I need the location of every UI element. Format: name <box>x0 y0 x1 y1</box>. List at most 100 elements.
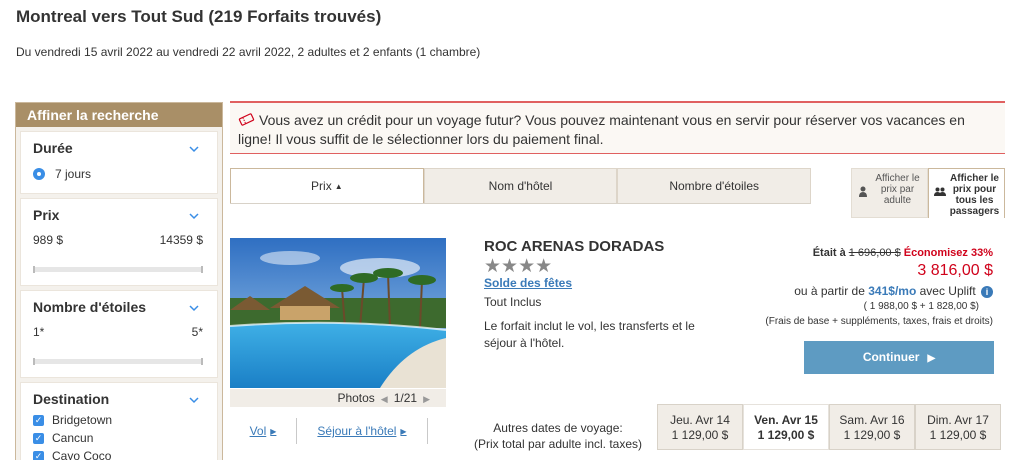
refine-search-sidebar: Affiner la recherche Durée 7 jours Prix … <box>15 102 223 460</box>
hotel-photo-image <box>230 238 446 388</box>
sort-tabs: Prix ▲ Nom d'hôtel Nombre d'étoiles <box>230 168 812 204</box>
price-range-slider[interactable] <box>33 266 203 273</box>
uplift-amount[interactable]: 341$/mo <box>868 284 916 298</box>
facet-destination: Destination ✓ Bridgetown ✓ Cancun ✓ Cayo… <box>20 382 218 460</box>
checkbox-checked-icon[interactable]: ✓ <box>33 432 44 444</box>
tab-sort-price[interactable]: Prix ▲ <box>230 168 424 203</box>
uplift-prefix: ou à partir de <box>794 284 865 298</box>
facet-stars-title[interactable]: Nombre d'étoiles <box>33 299 203 315</box>
destination-item[interactable]: ✓ Bridgetown <box>33 413 203 427</box>
date-option-price: 1 129,00 $ <box>757 428 815 442</box>
tab-sort-hotel-name[interactable]: Nom d'hôtel <box>423 168 618 203</box>
date-option[interactable]: Dim. Avr 17 1 129,00 $ <box>915 404 1001 450</box>
stars-min: 1* <box>33 325 45 339</box>
chevron-down-icon[interactable] <box>189 303 199 313</box>
tab-sort-price-label: Prix <box>311 179 332 193</box>
destination-label: Bridgetown <box>52 413 113 427</box>
savings-badge: Économisez 33% <box>903 247 993 259</box>
continue-label: Continuer <box>862 350 920 364</box>
info-icon[interactable]: i <box>981 286 993 298</box>
destination-label: Cayo Coco <box>52 449 112 460</box>
radio-selected-icon[interactable] <box>33 168 45 180</box>
flight-link[interactable]: Vol ▶ <box>230 418 296 444</box>
chevron-down-icon[interactable] <box>189 395 199 405</box>
sort-ascending-icon: ▲ <box>334 182 343 191</box>
other-dates-title: Autres dates de voyage: <box>493 421 623 435</box>
chevron-down-icon[interactable] <box>189 211 199 221</box>
checkbox-checked-icon[interactable]: ✓ <box>33 450 44 460</box>
sidebar-title: Affiner la recherche <box>16 103 222 127</box>
date-option-price: 1 129,00 $ <box>671 428 729 442</box>
date-option-price: 1 129,00 $ <box>929 428 987 442</box>
checkbox-checked-icon[interactable]: ✓ <box>33 414 44 426</box>
group-icon <box>934 187 946 196</box>
previous-photo-icon[interactable]: ◀ <box>381 394 388 404</box>
star-rating-icon: ★★★★ <box>484 256 553 277</box>
package-description: Le forfait inclut le vol, les transferts… <box>484 319 695 350</box>
destination-item[interactable]: ✓ Cancun <box>33 431 203 445</box>
facet-duration-title[interactable]: Durée <box>33 140 203 156</box>
price-display-toggle: Afficher le prix par adulte Afficher le … <box>851 168 1005 218</box>
stars-range-slider[interactable] <box>33 358 203 365</box>
flight-link-label: Vol <box>249 424 267 438</box>
hotel-photo[interactable] <box>230 238 446 388</box>
other-dates-label: Autres dates de voyage: (Prix total par … <box>468 420 648 452</box>
fees-note: (Frais de base + suppléments, taxes, fra… <box>765 316 993 327</box>
destination-item[interactable]: ✓ Cayo Coco <box>33 449 203 460</box>
caret-right-icon: ▶ <box>927 353 936 364</box>
old-price: 1 696,00 $ <box>848 247 901 259</box>
current-price: 3 816,00 $ <box>917 262 993 279</box>
photos-label: Photos <box>337 391 375 405</box>
other-dates-subtitle: (Prix total par adulte incl. taxes) <box>473 437 643 451</box>
caret-right-icon: ▶ <box>400 426 407 436</box>
future-credit-banner: Vous avez un crédit pour un voyage futur… <box>230 101 1005 154</box>
facet-duration: Durée 7 jours <box>20 131 218 194</box>
hotel-name[interactable]: ROC ARENAS DORADAS <box>484 238 664 255</box>
uplift-financing: ou à partir de 341$/mo avec Uplift i <box>765 284 993 298</box>
facet-price: Prix 989 $ 14359 $ <box>20 198 218 286</box>
caret-right-icon: ▶ <box>270 426 277 436</box>
hotel-stay-link-label: Séjour à l'hôtel <box>317 424 397 438</box>
uplift-suffix: avec Uplift <box>919 284 976 298</box>
price-min: 989 $ <box>33 233 64 247</box>
date-option-selected[interactable]: Ven. Avr 15 1 129,00 $ <box>743 404 829 450</box>
divider <box>427 418 428 444</box>
continue-button[interactable]: Continuer ▶ <box>804 341 994 374</box>
stars-max: 5* <box>191 325 203 339</box>
page-title: Montreal vers Tout Sud (219 Forfaits tro… <box>16 7 382 26</box>
date-option[interactable]: Jeu. Avr 14 1 129,00 $ <box>657 404 743 450</box>
was-label: Était à <box>812 247 846 259</box>
price-breakdown: ( 1 988,00 $ + 1 828,00 $) <box>863 301 979 312</box>
date-option-day: Sam. Avr 16 <box>839 413 905 427</box>
chevron-down-icon[interactable] <box>189 144 199 154</box>
price-box: Était à1 696,00 $ Économisez 33% 3 816,00… <box>765 247 993 327</box>
price-all-passengers-label: Afficher le prix pour tous les passagers <box>949 173 1000 217</box>
duration-option[interactable]: 7 jours <box>33 167 203 181</box>
price-max: 14359 $ <box>159 233 203 247</box>
alternate-dates: Jeu. Avr 14 1 129,00 $ Ven. Avr 15 1 129… <box>657 404 1001 450</box>
date-option-day: Jeu. Avr 14 <box>670 413 730 427</box>
price-per-adult-button[interactable]: Afficher le prix par adulte <box>851 168 928 218</box>
hotel-stay-link[interactable]: Séjour à l'hôtel ▶ <box>297 418 427 444</box>
price-per-adult-label: Afficher le prix par adulte <box>875 173 920 206</box>
date-option[interactable]: Sam. Avr 16 1 129,00 $ <box>829 404 915 450</box>
date-option-day: Dim. Avr 17 <box>927 413 989 427</box>
price-all-passengers-button[interactable]: Afficher le prix pour tous les passagers <box>928 168 1005 218</box>
promo-link[interactable]: Solde des fêtes <box>484 276 572 290</box>
tab-sort-stars[interactable]: Nombre d'étoiles <box>617 168 812 203</box>
person-icon <box>859 186 867 197</box>
facet-stars: Nombre d'étoiles 1* 5* <box>20 290 218 378</box>
facet-price-title[interactable]: Prix <box>33 207 203 223</box>
next-photo-icon[interactable]: ▶ <box>423 394 430 404</box>
date-option-price: 1 129,00 $ <box>843 428 901 442</box>
credit-banner-text: Vous avez un crédit pour un voyage futur… <box>238 112 965 147</box>
board-type: Tout Inclus <box>484 295 542 309</box>
ticket-icon <box>238 113 255 126</box>
duration-option-label: 7 jours <box>55 167 92 181</box>
old-price-line: Était à1 696,00 $ Économisez 33% <box>765 247 993 259</box>
photo-navigation: Photos ◀ 1/21 ▶ <box>230 389 446 407</box>
result-links: Vol ▶ Séjour à l'hôtel ▶ <box>230 418 446 444</box>
photos-count: 1/21 <box>393 391 418 405</box>
facet-destination-title[interactable]: Destination <box>33 391 203 407</box>
destination-label: Cancun <box>52 431 94 445</box>
